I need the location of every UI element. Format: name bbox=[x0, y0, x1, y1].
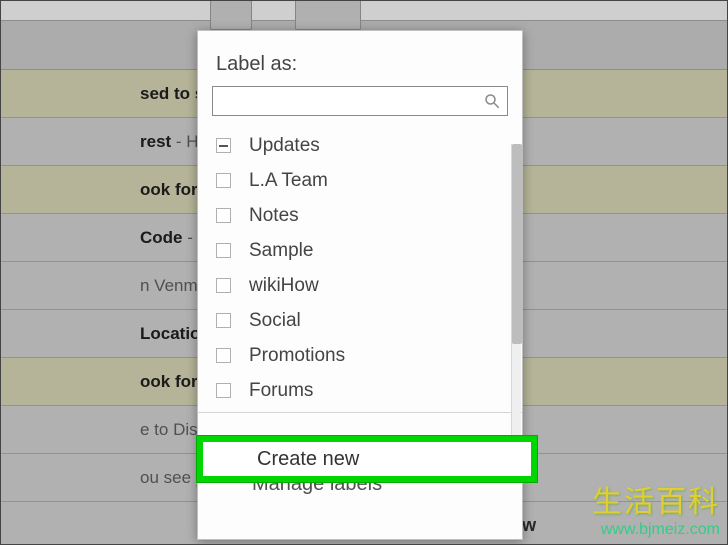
email-sender: rd bbox=[0, 324, 140, 344]
label-search-input[interactable] bbox=[213, 87, 477, 115]
create-new-highlight: Create new bbox=[197, 436, 537, 482]
label-option[interactable]: Forums bbox=[206, 373, 508, 408]
label-option-text: Forums bbox=[249, 380, 313, 402]
label-checkbox[interactable] bbox=[216, 138, 231, 153]
watermark: 生活百科 www.bjmeiz.com bbox=[592, 477, 720, 539]
search-icon bbox=[483, 92, 501, 110]
label-option[interactable]: Promotions bbox=[206, 338, 508, 373]
scrollbar-thumb[interactable] bbox=[512, 144, 522, 344]
email-sender: pook bbox=[0, 132, 140, 152]
email-sender: le Maps bbox=[0, 516, 140, 536]
watermark-url: www.bjmeiz.com bbox=[592, 521, 720, 539]
email-sender: os Admin bbox=[0, 468, 140, 488]
label-checkbox[interactable] bbox=[216, 173, 231, 188]
label-option[interactable]: wikiHow bbox=[206, 268, 508, 303]
label-checkbox[interactable] bbox=[216, 383, 231, 398]
toolbar-archive-button[interactable] bbox=[210, 0, 252, 30]
label-option-text: L.A Team bbox=[249, 170, 328, 192]
label-option-text: Promotions bbox=[249, 345, 345, 367]
label-option-text: Notes bbox=[249, 205, 299, 227]
email-sender: le bbox=[0, 228, 140, 248]
email-sender: pook bbox=[0, 180, 140, 200]
create-new-label-item[interactable]: Create new bbox=[203, 442, 531, 476]
email-sender: e bbox=[0, 84, 140, 104]
popup-title: Label as: bbox=[198, 31, 522, 86]
label-search-field[interactable] bbox=[212, 86, 508, 116]
label-option[interactable]: Sample bbox=[206, 233, 508, 268]
label-option-text: Social bbox=[249, 310, 301, 332]
scrollbar[interactable] bbox=[511, 144, 521, 437]
label-option[interactable]: Notes bbox=[206, 198, 508, 233]
email-sender: rd bbox=[0, 420, 140, 440]
label-option[interactable]: L.A Team bbox=[206, 163, 508, 198]
label-checkbox[interactable] bbox=[216, 313, 231, 328]
label-option-text: wikiHow bbox=[249, 275, 319, 297]
label-checkbox[interactable] bbox=[216, 208, 231, 223]
label-option[interactable]: Updates bbox=[206, 128, 508, 163]
label-options-list: Updates L.A Team Notes Sample wikiHow Social P… bbox=[206, 128, 514, 408]
label-option[interactable]: Social bbox=[206, 303, 508, 338]
label-option-text: Sample bbox=[249, 240, 313, 262]
email-sender: pook bbox=[0, 372, 140, 392]
toolbar-labels-button[interactable] bbox=[295, 0, 361, 30]
label-checkbox[interactable] bbox=[216, 243, 231, 258]
label-checkbox[interactable] bbox=[216, 278, 231, 293]
watermark-text: 生活百科 bbox=[592, 477, 720, 521]
label-checkbox[interactable] bbox=[216, 348, 231, 363]
label-option-text: Updates bbox=[249, 135, 320, 157]
